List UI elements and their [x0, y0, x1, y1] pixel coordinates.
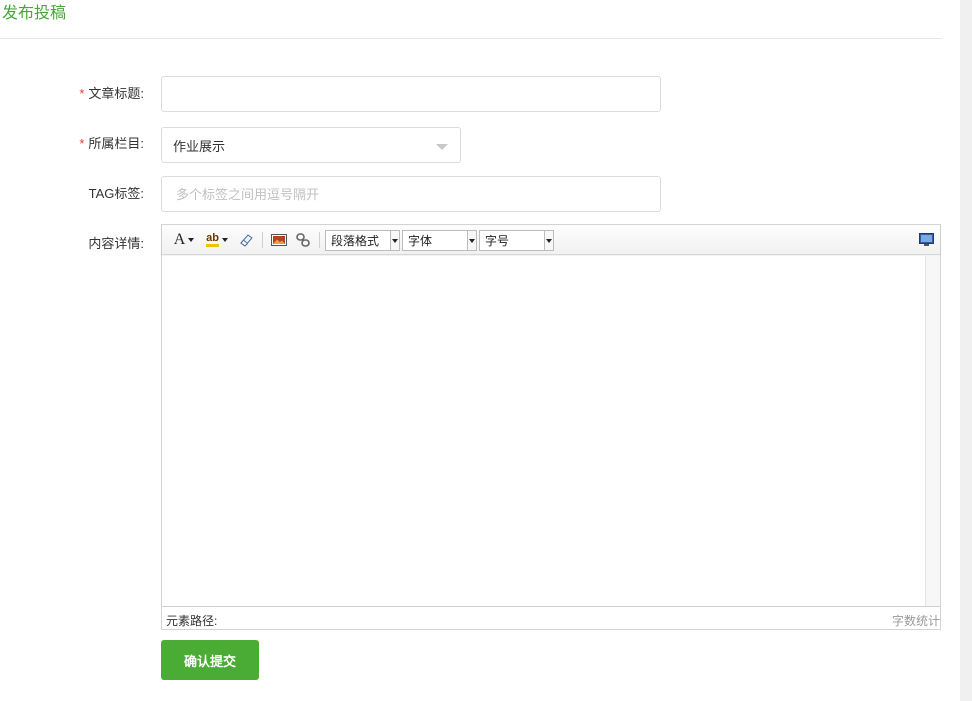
tag-input[interactable]	[161, 176, 661, 212]
font-color-button[interactable]: A	[171, 230, 197, 250]
link-icon	[296, 233, 310, 247]
element-path: 元素路径:	[166, 614, 218, 628]
column-label-text: 所属栏目:	[88, 136, 144, 151]
paragraph-format-value: 段落格式	[331, 234, 380, 248]
scroll-gutter	[960, 0, 972, 701]
required-mark: *	[79, 86, 85, 101]
dropdown-arrow-icon	[467, 231, 476, 250]
tag-label: TAG标签:	[88, 186, 144, 201]
content-label: 内容详情:	[88, 236, 144, 251]
image-icon	[271, 234, 287, 246]
editor-toolbar: A ab 段落格式 字体 字号	[162, 225, 940, 255]
dropdown-arrow-icon	[188, 238, 195, 242]
font-size-select[interactable]: 字号	[479, 230, 554, 251]
font-family-select[interactable]: 字体	[402, 230, 477, 251]
toolbar-separator	[319, 232, 320, 248]
highlight-color-icon: ab	[206, 233, 219, 247]
insert-link-button[interactable]	[293, 230, 313, 250]
dropdown-arrow-icon	[390, 231, 399, 250]
toolbar-separator	[262, 232, 263, 248]
fullscreen-button[interactable]	[916, 230, 936, 250]
insert-image-button[interactable]	[269, 230, 289, 250]
publish-page: 发布投稿 *文章标题: *所属栏目: 作业展示 TAG标签: 内容详情: A a…	[0, 0, 972, 701]
eraser-icon	[240, 234, 253, 247]
editor-content-area[interactable]	[162, 256, 925, 606]
font-family-value: 字体	[408, 234, 433, 248]
clear-format-button[interactable]	[236, 230, 256, 250]
article-title-input[interactable]	[161, 76, 661, 112]
word-count: 字数统计	[891, 614, 940, 628]
editor-status-bar: 元素路径: 字数统计	[162, 606, 940, 629]
fullscreen-icon	[918, 233, 934, 246]
column-label: * 所属栏目:	[79, 136, 144, 152]
title-label-text: 文章标题:	[88, 86, 144, 101]
submit-button[interactable]: 确认提交	[161, 640, 259, 680]
chevron-down-icon	[436, 144, 448, 150]
dropdown-arrow-icon	[221, 238, 228, 242]
font-size-value: 字号	[485, 234, 510, 248]
dropdown-arrow-icon	[544, 231, 553, 250]
highlight-color-button[interactable]: ab	[202, 230, 232, 250]
required-mark: *	[79, 136, 85, 151]
title-divider	[0, 38, 942, 39]
column-select-value: 作业展示	[173, 138, 226, 154]
editor-scrollbar[interactable]	[925, 256, 940, 606]
paragraph-format-select[interactable]: 段落格式	[325, 230, 400, 251]
column-select[interactable]: 作业展示	[161, 127, 461, 163]
font-color-icon: A	[173, 231, 186, 248]
rich-text-editor: A ab 段落格式 字体 字号 元素路径: 字数统计	[161, 224, 941, 630]
page-title: 发布投稿	[2, 5, 67, 22]
title-label: * 文章标题:	[79, 86, 144, 102]
